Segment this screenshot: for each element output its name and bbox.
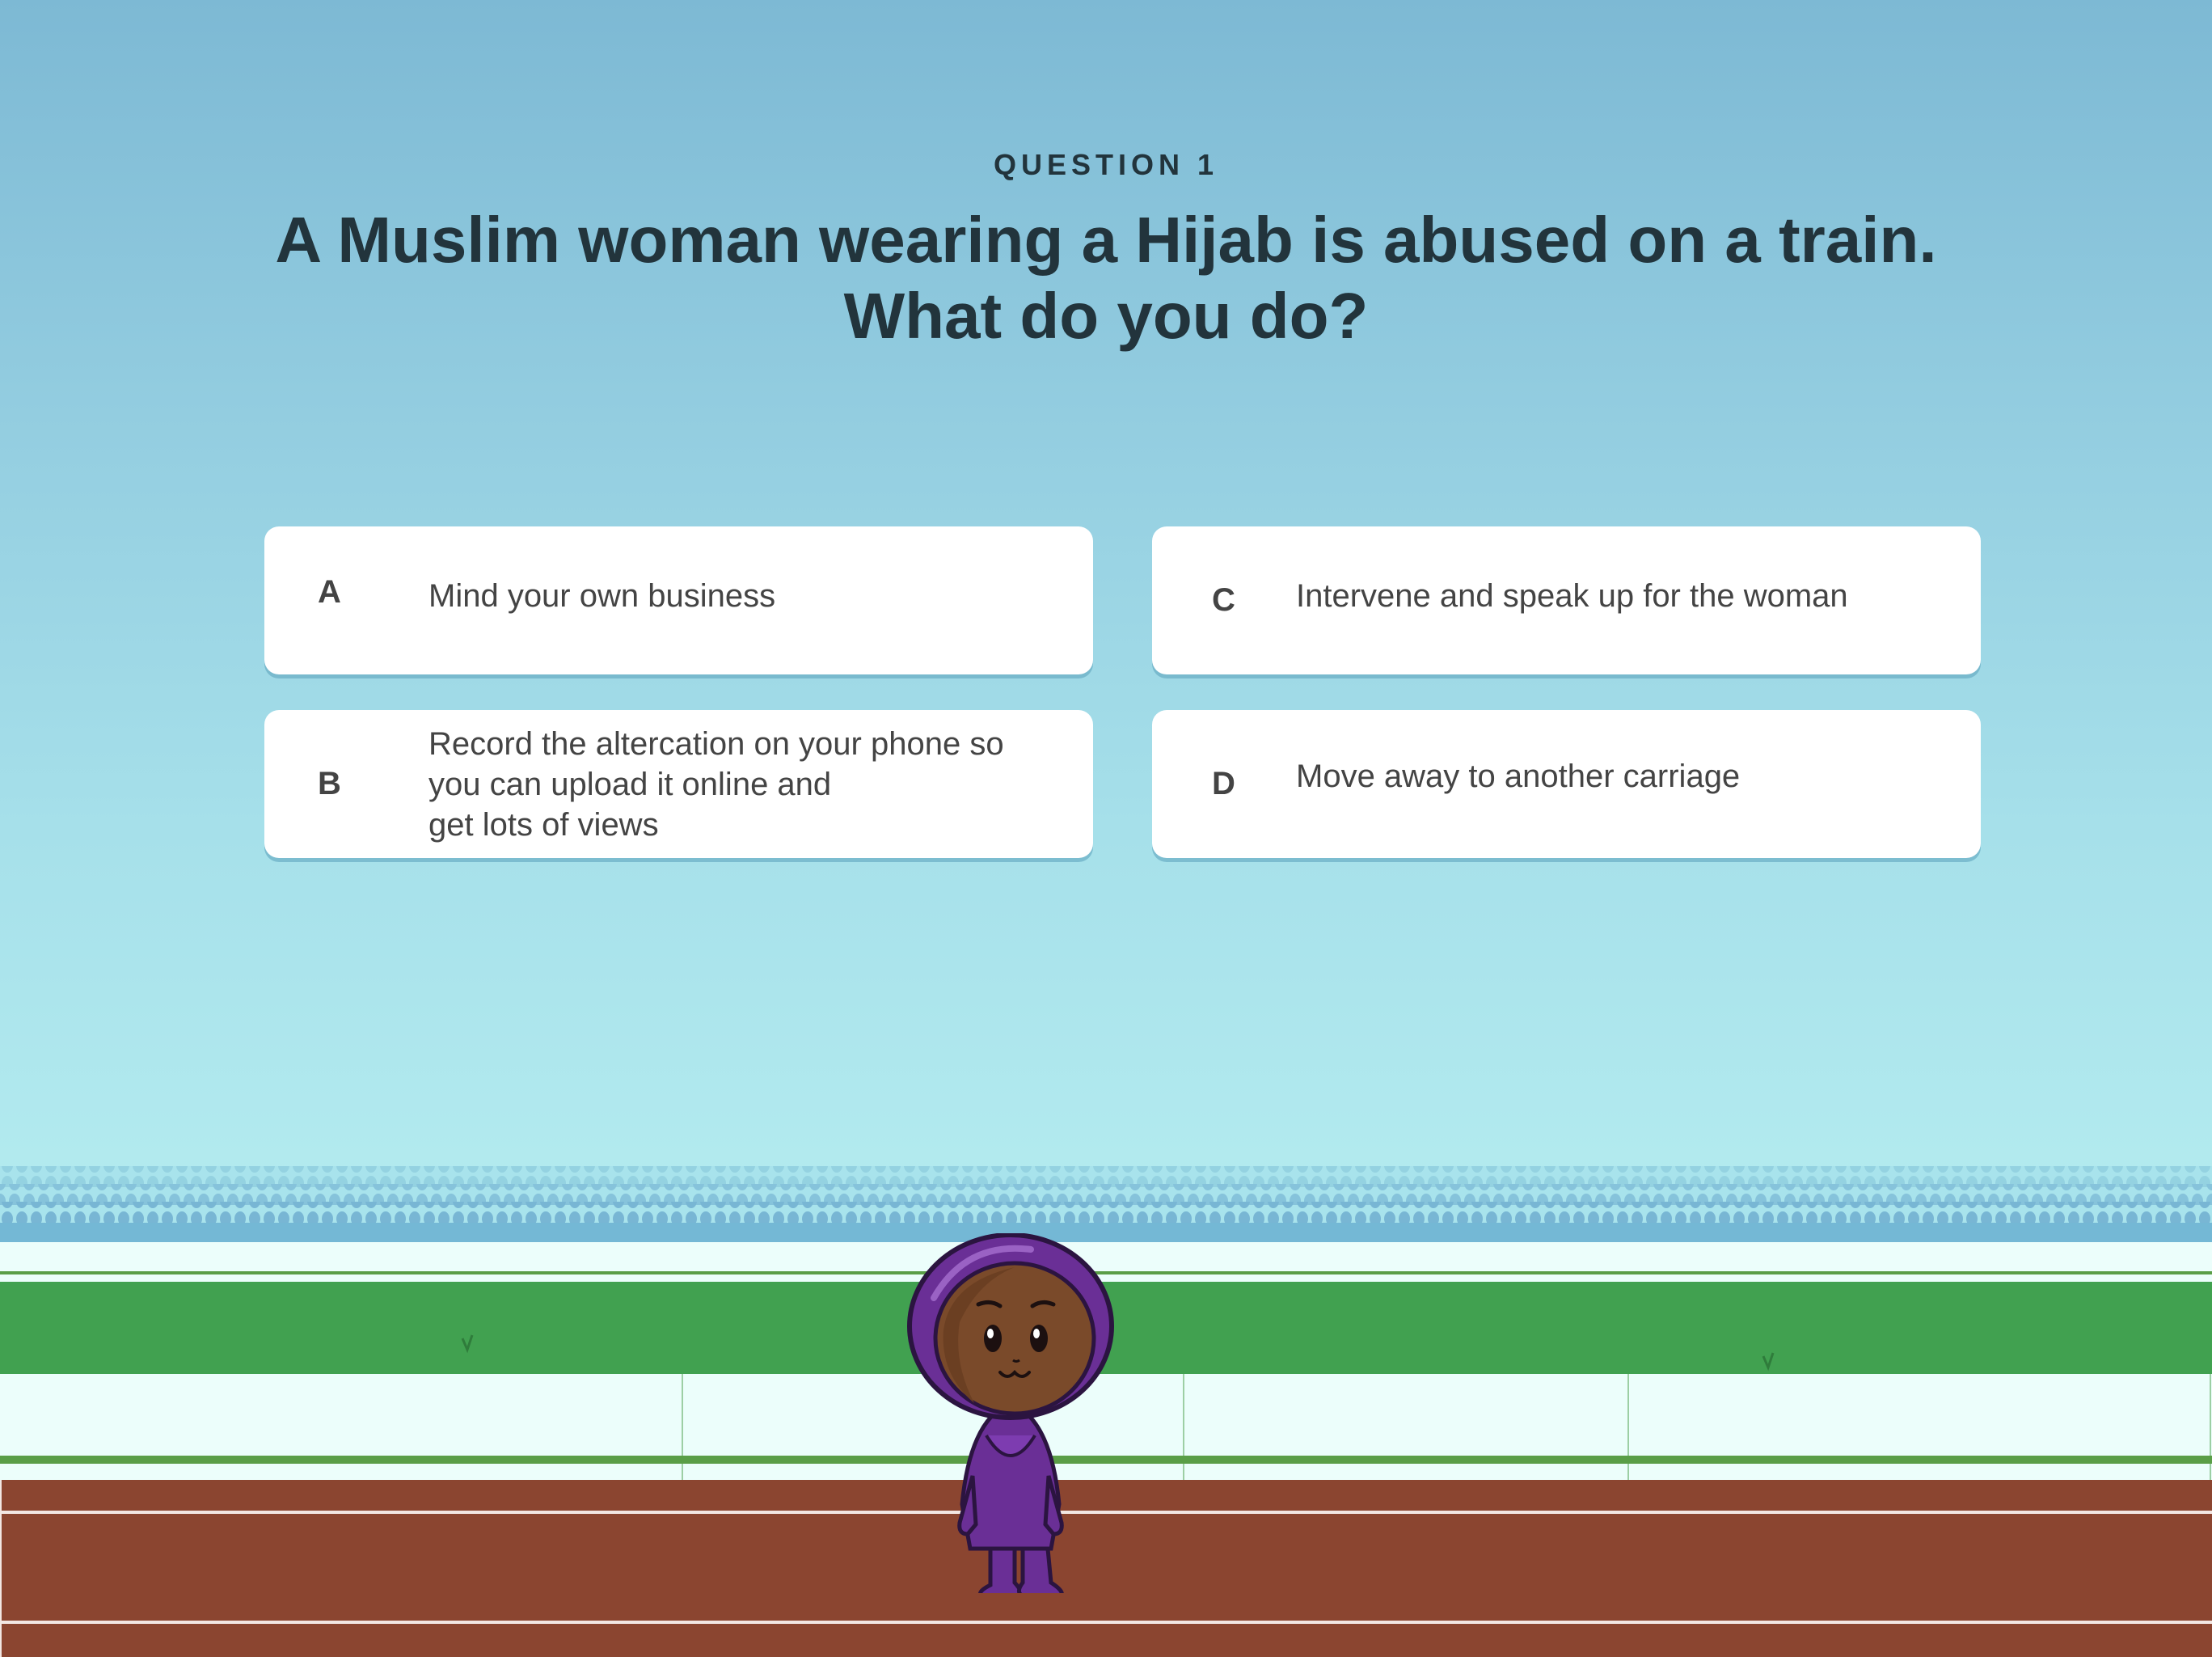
answer-letter-b: B xyxy=(318,766,341,801)
answer-letter-c: C xyxy=(1212,582,1235,618)
answer-option-c[interactable]: C Intervene and speak up for the woman xyxy=(1152,526,1981,674)
answer-text-d: Move away to another carriage xyxy=(1296,758,1741,794)
question-number: QUESTION 1 xyxy=(993,148,1219,181)
answer-text-a: Mind your own business xyxy=(428,577,776,614)
hijab-girl-character xyxy=(907,1233,1114,1593)
answer-letter-a: A xyxy=(318,574,341,610)
answer-text-c: Intervene and speak up for the woman xyxy=(1296,577,1848,614)
game-scene: QUESTION 1 A Muslim woman wearing a Hija… xyxy=(0,0,2212,1657)
question-line-1: A Muslim woman wearing a Hijab is abused… xyxy=(275,204,1937,276)
answer-option-d[interactable]: D Move away to another carriage xyxy=(1152,710,1981,858)
answer-option-a[interactable]: A Mind your own business xyxy=(264,526,1093,674)
answer-text-b: Record the altercation on your phone so … xyxy=(428,726,1004,843)
question-line-2: What do you do? xyxy=(843,280,1369,352)
question-title: A Muslim woman wearing a Hijab is abused… xyxy=(162,202,2050,354)
answer-option-b[interactable]: B Record the altercation on your phone s… xyxy=(264,710,1093,858)
answer-letter-d: D xyxy=(1212,766,1235,801)
